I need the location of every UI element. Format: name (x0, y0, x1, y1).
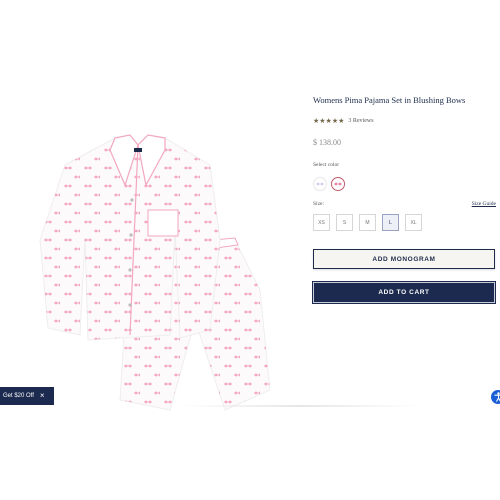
size-option-m[interactable]: M (359, 214, 376, 231)
divider (180, 405, 420, 407)
color-swatch-white[interactable] (313, 177, 327, 191)
add-to-cart-button[interactable]: ADD TO CART (312, 281, 496, 304)
size-guide-link[interactable]: Size Guide (472, 201, 496, 207)
swatch-light-icon (316, 182, 324, 186)
size-option-s[interactable]: S (336, 214, 353, 231)
star-rating-icon: ★★★★★ (313, 117, 345, 125)
size-selector: XS S M L XL (313, 214, 422, 231)
size-label: Size: (313, 201, 324, 207)
promo-label: Get $20 Off (3, 393, 34, 399)
pajama-shirt (39, 134, 221, 341)
product-image[interactable] (20, 90, 290, 420)
size-option-l[interactable]: L (382, 214, 399, 231)
reviews-link[interactable]: 3 Reviews (348, 118, 373, 124)
product-price: $ 138.00 (313, 138, 341, 147)
swatch-pink-icon (334, 182, 342, 186)
size-option-xs[interactable]: XS (313, 214, 330, 231)
color-swatch-blushing-bows[interactable] (331, 177, 345, 191)
add-monogram-button[interactable]: ADD MONOGRAM (313, 249, 495, 269)
size-option-xl[interactable]: XL (405, 214, 422, 231)
rating[interactable]: ★★★★★ 3 Reviews (313, 117, 374, 125)
promo-banner[interactable]: Get $20 Off × (0, 387, 54, 405)
accessibility-icon[interactable] (491, 390, 500, 404)
product-title: Womens Pima Pajama Set in Blushing Bows (313, 95, 466, 105)
close-icon[interactable]: × (40, 392, 45, 400)
color-label: Select color (313, 162, 340, 168)
